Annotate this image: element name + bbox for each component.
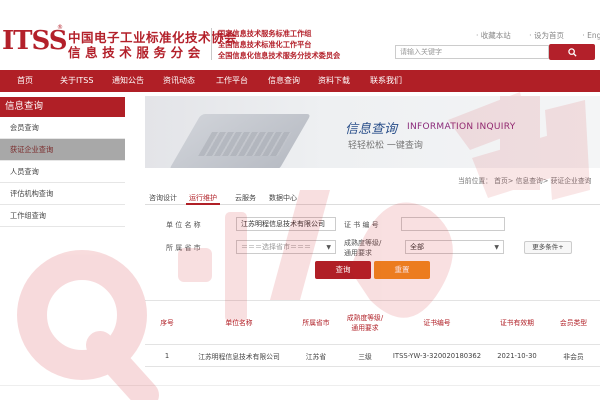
table-row[interactable]: 1 江苏明程信息技术有限公司 江苏省 三级 ITSS-YW-3-32002018… xyxy=(145,344,600,367)
col-header-unit-name: 单位名称 xyxy=(189,300,289,345)
tab-consulting-design[interactable]: 咨询设计 xyxy=(149,193,177,203)
search-input[interactable]: 请输入关键字 xyxy=(395,45,549,59)
banner-slogan: 轻轻松松 一键查询 xyxy=(348,141,423,151)
active-tab-indicator xyxy=(186,203,220,205)
unit-name-label: 单 位 名 称 xyxy=(166,221,201,229)
col-header-maturity-level: 成熟度等级/通用要求 xyxy=(343,300,387,345)
cell-maturity-level: 三级 xyxy=(343,344,387,367)
breadcrumb: 当前位置： 首页> 信息查询> 获证企业查询 xyxy=(458,177,592,185)
col-header-cert-number: 证书编号 xyxy=(387,300,487,345)
cell-province: 江苏省 xyxy=(289,344,343,367)
cert-number-label: 证 书 编 号 xyxy=(344,221,379,229)
banner-title: 信息查询 xyxy=(345,122,398,137)
col-header-member-type: 会员类型 xyxy=(547,300,600,345)
col-header-validity: 证书有效期 xyxy=(487,300,547,345)
query-button[interactable]: 查询 xyxy=(315,261,371,279)
nav-item-notices[interactable]: 通知公告 xyxy=(112,70,144,92)
set-homepage-link[interactable]: · 设为首页 xyxy=(529,31,572,40)
nav-item-platform[interactable]: 工作平台 xyxy=(216,70,248,92)
cell-cert-number: ITSS-YW-3-320020180362 xyxy=(387,344,487,367)
registered-mark: ® xyxy=(57,24,63,31)
province-label: 所 属 省 市 xyxy=(166,244,201,252)
search-button[interactable] xyxy=(549,44,595,60)
cell-unit-name[interactable]: 江苏明程信息技术有限公司 xyxy=(189,344,289,367)
page: ITSS ® 中国电子工业标准化技术协会 信息技术服务分会 国家信息技术服务标准… xyxy=(0,0,600,400)
site-header: ITSS ® 中国电子工业标准化技术协会 信息技术服务分会 国家信息技术服务标准… xyxy=(0,0,600,70)
maturity-level-label-line1: 成熟度等级/ xyxy=(344,239,382,247)
unit-name-input[interactable]: 江苏明程信息技术有限公司 xyxy=(236,217,336,231)
nav-item-about[interactable]: 关于ITSS xyxy=(60,70,93,92)
sidebar-item-member-query[interactable]: 会员查询 xyxy=(0,117,125,139)
chevron-down-icon: ▼ xyxy=(494,244,499,251)
province-select[interactable]: ＝＝＝选择省市＝＝＝ ▼ xyxy=(236,240,336,254)
tab-operation-maintenance[interactable]: 运行维护 xyxy=(189,193,217,203)
col-header-index: 序号 xyxy=(145,300,189,345)
top-links: · 收藏本站 · 设为首页 · English xyxy=(476,30,600,41)
cert-number-input[interactable] xyxy=(401,217,505,231)
sidebar-item-personnel-query[interactable]: 人员查询 xyxy=(0,161,125,183)
reset-button[interactable]: 重置 xyxy=(374,261,430,279)
maturity-level-label-line2: 通用要求 xyxy=(344,249,372,257)
banner: 信息查询 INFORMATION INQUIRY 轻轻松松 一键查询 xyxy=(145,96,600,168)
main-nav: 首页 关于ITSS 通知公告 资讯动态 工作平台 信息查询 资料下载 联系我们 xyxy=(0,70,600,92)
nav-item-contact[interactable]: 联系我们 xyxy=(370,70,402,92)
cell-member-type: 非会员 xyxy=(547,344,600,367)
tab-data-center[interactable]: 数据中心 xyxy=(269,193,297,203)
sidebar-item-certified-company-query[interactable]: 获证企业查询 xyxy=(0,139,125,161)
sidebar-item-workgroup-query[interactable]: 工作组查询 xyxy=(0,205,125,227)
search-icon xyxy=(567,47,577,57)
header-divider xyxy=(211,28,212,60)
maturity-level-select-value: 全部 xyxy=(410,243,424,251)
nav-item-news[interactable]: 资讯动态 xyxy=(163,70,195,92)
sidebar-item-assessor-query[interactable]: 评估机构查询 xyxy=(0,183,125,205)
org-name-3: 全国信息化信息技术服务分技术委员会 xyxy=(218,51,341,60)
nav-item-downloads[interactable]: 资料下载 xyxy=(318,70,350,92)
banner-subtitle: INFORMATION INQUIRY xyxy=(407,122,516,132)
cell-validity: 2021-10-30 xyxy=(487,344,547,367)
english-link[interactable]: · English xyxy=(582,31,600,40)
more-conditions-button[interactable]: 更多条件+ xyxy=(524,241,572,254)
sidebar: 信息查询 会员查询 获证企业查询 人员查询 评估机构查询 工作组查询 xyxy=(0,97,125,227)
org-name-1: 国家信息技术服务标准工作组 xyxy=(218,29,312,38)
nav-item-info-query[interactable]: 信息查询 xyxy=(268,70,300,92)
keyboard-image xyxy=(198,132,292,156)
table-header-row: 序号 单位名称 所属省市 成熟度等级/通用要求 证书编号 证书有效期 会员类型 xyxy=(145,300,600,345)
cell-index: 1 xyxy=(145,344,189,367)
maturity-level-select[interactable]: 全部 ▼ xyxy=(405,240,504,254)
bookmark-link[interactable]: · 收藏本站 xyxy=(476,31,519,40)
chevron-down-icon: ▼ xyxy=(326,244,331,251)
col-header-province: 所属省市 xyxy=(289,300,343,345)
province-select-value: ＝＝＝选择省市＝＝＝ xyxy=(241,243,311,251)
tab-cloud-service[interactable]: 云服务 xyxy=(235,193,256,203)
footer-divider xyxy=(0,385,600,386)
maturity-level-label: 成熟度等级/ 通用要求 xyxy=(344,238,381,258)
org-name-2: 全国信息技术标准化工作平台 xyxy=(218,40,312,49)
nav-item-home[interactable]: 首页 xyxy=(17,70,33,92)
sidebar-title: 信息查询 xyxy=(0,97,125,117)
results-table: 序号 单位名称 所属省市 成熟度等级/通用要求 证书编号 证书有效期 会员类型 … xyxy=(145,300,600,367)
logo-text-line2: 信息技术服务分会 xyxy=(68,45,205,60)
